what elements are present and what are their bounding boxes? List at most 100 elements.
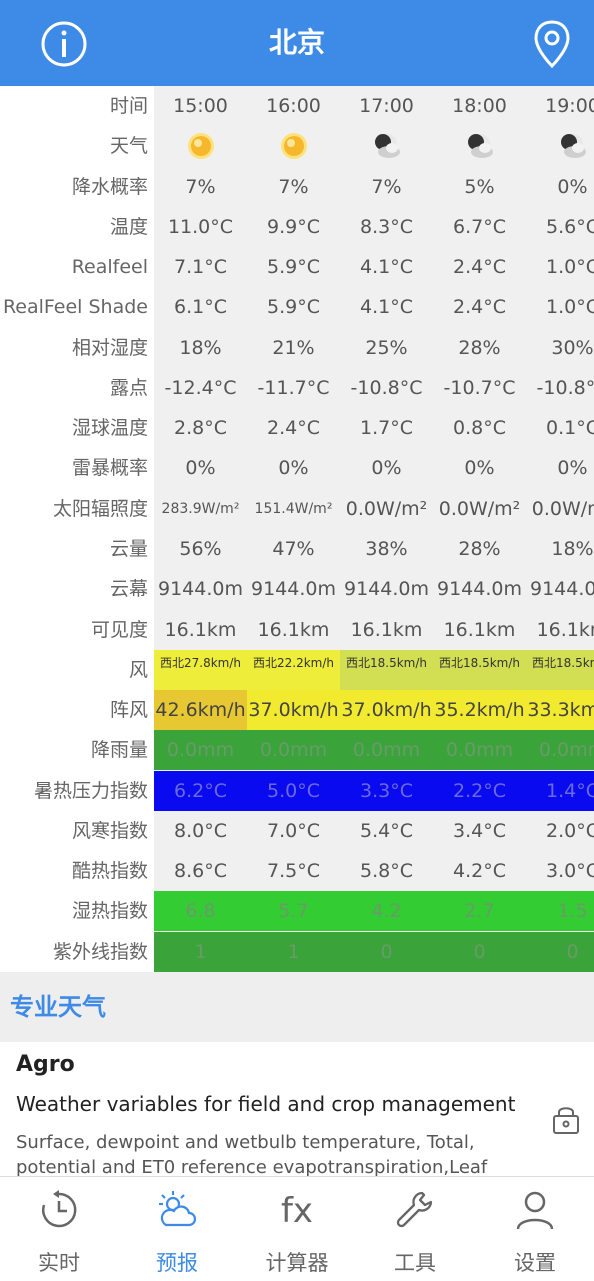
pro-weather-title: 专业天气 — [10, 993, 106, 1021]
nav-label-calculator: 计算器 — [265, 1251, 329, 1275]
table-cell: 16.1km — [536, 618, 594, 641]
row-label: 时间 — [109, 95, 148, 117]
table-cell: 7.5°C — [267, 860, 320, 883]
table-cell: 0% — [371, 457, 402, 480]
row-label: 风 — [128, 658, 148, 681]
row-label: 可见度 — [90, 618, 148, 641]
row-label: 太阳辐照度 — [52, 497, 148, 520]
nav-item-forecast[interactable]: 预报 — [118, 1177, 236, 1281]
table-row: 42.6km/h37.0km/h37.0km/h35.2km/h33.3km/h — [154, 690, 594, 731]
table-cell: 5.7 — [247, 891, 340, 932]
table-cell: 1.7°C — [360, 417, 413, 440]
table-row: 11000 — [154, 931, 594, 972]
table-cell: 7% — [371, 175, 402, 198]
table-cell: 19:00 — [545, 95, 594, 117]
row-label: 风寒指数 — [71, 819, 148, 842]
table-row: 0% 0% 0% 0% 0% — [154, 448, 594, 488]
location-pin-icon[interactable] — [528, 18, 576, 70]
nav-item-realtime[interactable]: 实时 — [0, 1177, 118, 1281]
city-title: 北京 — [268, 26, 325, 59]
table-cell: 0.1°C — [546, 417, 594, 440]
table-row: -12.4°C -11.7°C -10.8°C -10.7°C -10.8°C — [154, 368, 594, 408]
table-cell: 0 — [433, 931, 526, 972]
table-cell: 56% — [179, 537, 222, 560]
agro-card[interactable]: Agro Weather variables for field and cro… — [0, 1042, 594, 1176]
sun-cloud-icon — [159, 1191, 197, 1227]
table-cell: 15:00 — [173, 95, 228, 117]
table-cell: 2.8°C — [174, 417, 227, 440]
table-row: 0.0mm0.0mm0.0mm0.0mm0.0mm — [154, 730, 594, 771]
table-cell: 9144.0m — [437, 578, 522, 601]
table-row: 16.1km 16.1km 16.1km 16.1km 16.1km — [154, 610, 594, 650]
table-cell: 0% — [557, 175, 588, 198]
table-cell: 9144.0m — [530, 578, 594, 601]
table-cell: 0.0mm — [526, 730, 594, 771]
table-cell: 2.4°C — [453, 256, 506, 279]
table-cell: 16.1km — [443, 618, 516, 641]
table-cell: 4.2°C — [453, 860, 506, 883]
row-label: 云量 — [109, 537, 148, 560]
hourly-data-area[interactable]: 15:00 16:00 17:00 18:00 19:00 7% 7% 7% 5% 0% 11.0°… — [154, 86, 594, 972]
table-cell: 18:00 — [452, 95, 507, 117]
row-label: 阵风 — [109, 699, 148, 722]
table-cell: 5.9°C — [267, 296, 320, 319]
row-label: 天气 — [109, 135, 148, 158]
table-cell: 0.0W/m² — [531, 497, 594, 520]
table-cell: 西北27.8km/h — [154, 649, 247, 690]
table-row: 8.6°C 7.5°C 5.8°C 4.2°C 3.0°C — [154, 851, 594, 891]
table-cell: 西北18.5km/h — [433, 649, 526, 690]
table-row: 西北27.8km/h 西北22.2km/h 西北18.5km/h 西北18.5km/h… — [154, 649, 594, 690]
row-label: 相对湿度 — [71, 336, 148, 359]
nav-item-calculator[interactable]: fx 计算器 — [238, 1177, 356, 1281]
table-cell: 9144.0m — [251, 578, 336, 601]
table-cell: 16.1km — [164, 618, 237, 641]
hourly-forecast-table[interactable]: 时间 天气 降水概率 温度 Realfeel RealFeel Shade 相对湿度 露点 湿球… — [0, 86, 594, 972]
table-cell: 21% — [272, 336, 315, 359]
table-cell: -10.8°C — [536, 376, 594, 399]
bottom-nav: 实时 预报 fx 计算器 工具 设置 — [0, 1176, 594, 1281]
row-label: 云幕 — [109, 578, 148, 601]
table-cell: 6.1°C — [174, 296, 227, 319]
table-cell: 1.0°C — [546, 296, 594, 319]
table-cell: 2.4°C — [267, 417, 320, 440]
table-row: 11.0°C 9.9°C 8.3°C 6.7°C 5.6°C — [154, 207, 594, 247]
table-cell: 0 — [340, 931, 433, 972]
row-label: 湿球温度 — [71, 417, 148, 440]
row-label: 露点 — [109, 376, 148, 399]
table-cell: 7% — [185, 175, 216, 198]
table-cell: 3.0°C — [546, 860, 594, 883]
user-icon — [516, 1191, 554, 1230]
row-label: 温度 — [109, 215, 148, 238]
row-label: 紫外线指数 — [52, 940, 148, 963]
nav-item-settings[interactable]: 设置 — [476, 1177, 594, 1281]
table-cell: 16.1km — [350, 618, 423, 641]
table-cell: 2.4°C — [453, 296, 506, 319]
table-cell: 0% — [464, 457, 495, 480]
sun-icon — [187, 133, 214, 160]
table-row: 56% 47% 38% 28% 18% — [154, 529, 594, 569]
table-cell: 0% — [185, 457, 216, 480]
moon-cloud-icon — [467, 134, 493, 159]
table-cell: 42.6km/h — [154, 690, 247, 731]
table-cell: 151.4W/m² — [254, 500, 333, 517]
table-cell: 16:00 — [266, 95, 321, 117]
table-cell: 18% — [179, 336, 222, 359]
table-cell — [526, 126, 594, 166]
table-row: 8.0°C 7.0°C 5.4°C 3.4°C 2.0°C — [154, 811, 594, 851]
table-cell: 0.0mm — [433, 730, 526, 771]
row-label: 降水概率 — [71, 175, 148, 198]
clock-refresh-icon — [42, 1190, 77, 1228]
nav-item-tools[interactable]: 工具 — [356, 1177, 474, 1281]
table-cell: 3.3°C — [340, 770, 433, 811]
row-label: 雷暴概率 — [71, 457, 148, 480]
table-cell: 0.0W/m² — [345, 497, 428, 520]
table-cell: -11.7°C — [257, 376, 330, 399]
agro-card-title: Agro — [16, 1052, 75, 1077]
row-label: Realfeel — [71, 256, 148, 279]
svg-text:fx: fx — [281, 1191, 313, 1231]
table-cell: 4.1°C — [360, 256, 413, 279]
table-cell: 2.2°C — [433, 770, 526, 811]
table-cell: 7.0°C — [267, 819, 320, 842]
table-cell: 5.8°C — [360, 860, 413, 883]
table-cell: 35.2km/h — [433, 690, 526, 731]
